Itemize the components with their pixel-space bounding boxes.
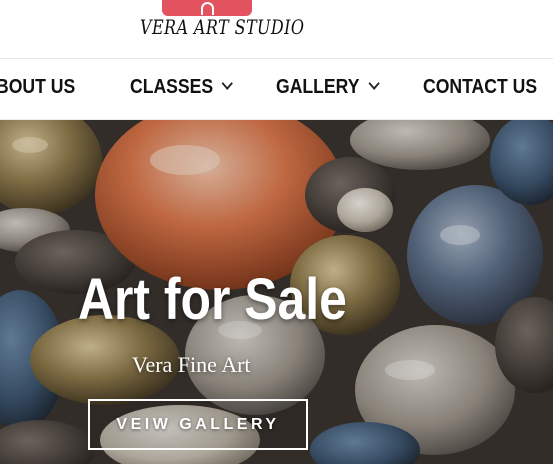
logo-badge[interactable] (162, 0, 252, 16)
chevron-down-icon (222, 77, 234, 90)
site-logo-text[interactable]: VERA ART STUDIO (140, 15, 304, 39)
view-gallery-button[interactable]: VEIW GALLERY (88, 399, 308, 450)
nav-item-gallery[interactable]: GALLERY (276, 76, 380, 99)
chevron-down-icon (368, 77, 380, 90)
hero-subtitle: Vera Fine Art (132, 352, 251, 377)
view-gallery-button-label: VEIW GALLERY (116, 415, 280, 433)
site-header: VERA ART STUDIO (0, 0, 553, 58)
nav-item-classes[interactable]: CLASSES (130, 76, 234, 99)
nav-item-about-us[interactable]: BOUT US (0, 76, 75, 99)
hero-title: Art for Sale (78, 267, 347, 332)
nav-item-label: CONTACT US (423, 76, 538, 98)
hero-section: Art for Sale Vera Fine Art VEIW GALLERY (0, 120, 553, 464)
nav-item-label: BOUT US (0, 76, 76, 98)
nav-item-contact-us[interactable]: CONTACT US (423, 76, 537, 99)
main-nav: BOUT US CLASSES GALLERY CONTACT US (0, 58, 553, 120)
nav-item-label: CLASSES (130, 76, 214, 98)
nav-item-label: GALLERY (276, 76, 360, 98)
logo-arc-icon (201, 2, 214, 15)
